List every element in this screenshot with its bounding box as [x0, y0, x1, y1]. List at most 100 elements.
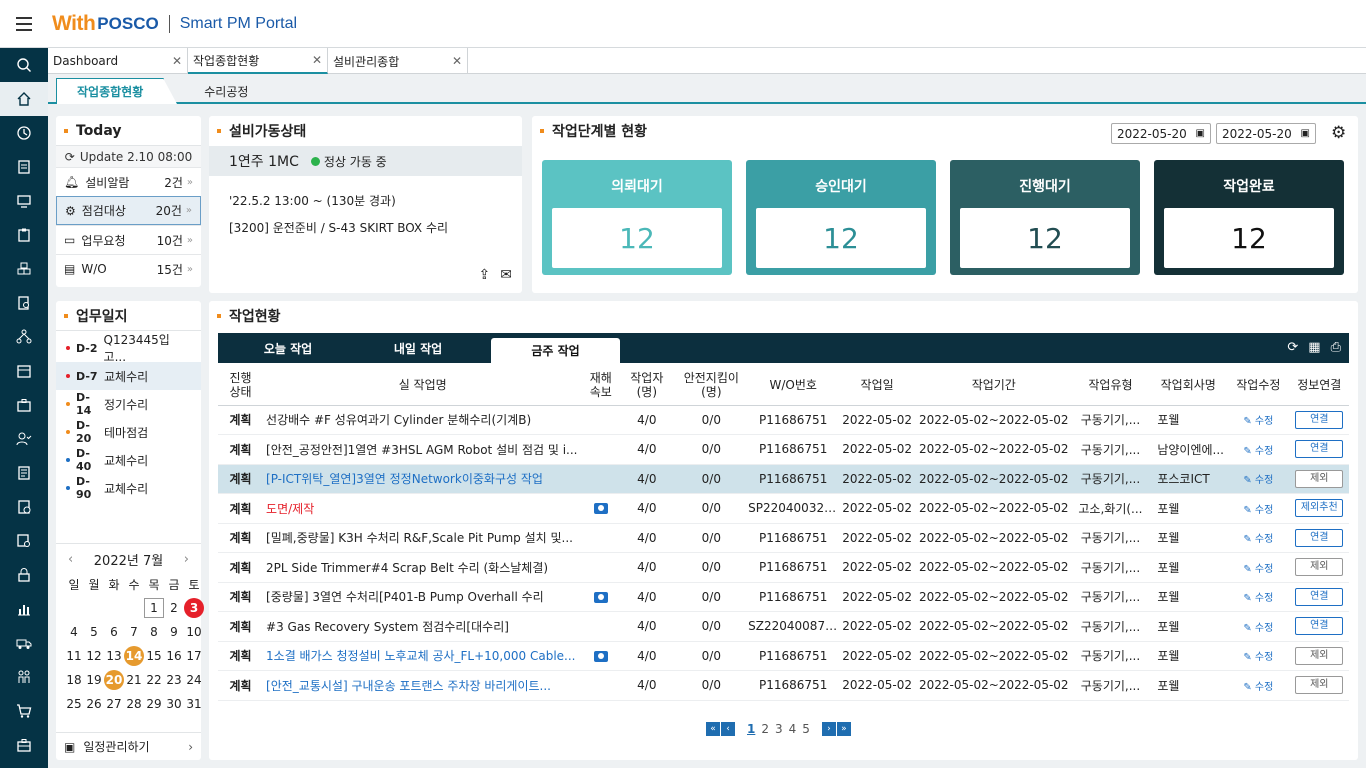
name-cell[interactable]: 선강배수 #F 성유여과기 Cylinder 분해수리(기계B) [263, 405, 583, 435]
calendar-day[interactable]: 15 [144, 646, 164, 666]
page-number[interactable]: 1 [747, 722, 755, 736]
calendar-day[interactable]: 4 [64, 622, 84, 642]
edit-button[interactable]: ✎ 수정 [1243, 534, 1273, 545]
camera-icon[interactable] [593, 591, 608, 603]
last-page-icon[interactable]: » [836, 722, 851, 736]
edit-button[interactable]: ✎ 수정 [1243, 505, 1273, 516]
diary-item[interactable]: D-7 교체수리 [56, 362, 201, 390]
name-cell[interactable]: [안전_공정안전]1열연 #3HSL AGM Robot 설비 점검 및 i..… [263, 434, 583, 465]
calendar-day[interactable]: 2 [164, 598, 184, 618]
menu-icon[interactable] [0, 0, 48, 48]
close-icon[interactable]: ✕ [452, 54, 462, 68]
table-row[interactable]: 계획 도면/제작 4/0 0/0 SP2204003223 2022-05-02 2022-… [218, 493, 1349, 524]
calendar-day[interactable]: 19 [84, 670, 104, 690]
calendar-day[interactable]: 27 [104, 694, 124, 714]
bar-chart-icon[interactable] [0, 592, 48, 626]
name-cell[interactable]: #3 Gas Recovery System 점검수리[대수리] [263, 611, 583, 642]
settings-gear-icon[interactable]: ⚙ [1331, 123, 1346, 143]
table-row[interactable]: 계획 [중량물] 3열연 수처리[P401-B Pump Overhall 수리 4… [218, 582, 1349, 612]
link-button[interactable]: 제외 [1295, 676, 1344, 695]
calendar-day[interactable]: 5 [84, 622, 104, 642]
date-from-input[interactable]: 2022-05-20 ▣ [1111, 123, 1211, 144]
stage-card-request[interactable]: 의뢰대기 12 [542, 160, 732, 275]
link-button[interactable]: 연결 [1295, 617, 1344, 636]
calendar-day[interactable]: 3 [184, 598, 204, 618]
edit-button[interactable]: ✎ 수정 [1243, 652, 1273, 663]
table-row[interactable]: 계획 [P-ICT위탁_열연]3열연 정정Network이중화구성 작업 4/0 0/… [218, 464, 1349, 494]
calendar-day[interactable]: 6 [104, 622, 124, 642]
next-page-icon[interactable]: › [821, 722, 836, 736]
diary-item[interactable]: D-40 교체수리 [56, 446, 201, 474]
link-button[interactable]: 연결 [1295, 528, 1344, 547]
tab-equipment-summary[interactable]: 설비관리종합 ✕ [328, 48, 468, 74]
name-cell[interactable]: [안전_교통시설] 구내운송 포트랜스 주차장 바리게이트... [263, 670, 583, 701]
page-number[interactable]: 2 [761, 722, 769, 736]
checklist-icon[interactable] [0, 490, 48, 524]
table-row[interactable]: 계획 2PL Side Trimmer#4 Scrap Belt 수리 (화스날체… [218, 552, 1349, 583]
calendar-day[interactable]: 18 [64, 670, 84, 690]
name-cell[interactable]: [P-ICT위탁_열연]3열연 정정Network이중화구성 작업 [263, 464, 583, 494]
calendar-day[interactable]: 21 [124, 670, 144, 690]
table-row[interactable]: 계획 1소결 배가스 청정설비 노후교체 공사_FL+10,000 Cable..… [218, 641, 1349, 671]
subtab-work-summary[interactable]: 작업종합현황 [56, 78, 178, 104]
calendar-day[interactable]: 9 [164, 622, 184, 642]
document-icon[interactable] [0, 150, 48, 184]
search-icon[interactable] [0, 48, 48, 82]
table-row[interactable]: 계획 [안전_공정안전]1열연 #3HSL AGM Robot 설비 점검 및 i… [218, 434, 1349, 465]
calendar-day[interactable]: 12 [84, 646, 104, 666]
calendar-day[interactable]: 13 [104, 646, 124, 666]
edit-button[interactable]: ✎ 수정 [1243, 446, 1273, 457]
calendar-day[interactable]: 14 [124, 646, 144, 666]
tab-work-summary[interactable]: 작업종합현황 ✕ [188, 48, 328, 74]
table-row[interactable]: 계획 [안전_교통시설] 구내운송 포트랜스 주차장 바리게이트... 4/0 0/0… [218, 670, 1349, 701]
tab-dashboard[interactable]: Dashboard ✕ [48, 48, 188, 74]
calendar-day[interactable]: 17 [184, 646, 204, 666]
calendar-day[interactable]: 20 [104, 670, 124, 690]
people-icon[interactable] [0, 660, 48, 694]
refresh-icon[interactable]: ⟳ [1287, 340, 1298, 355]
calendar-day[interactable]: 23 [164, 670, 184, 690]
first-page-icon[interactable]: « [706, 722, 720, 736]
link-button[interactable]: 제외 [1295, 469, 1344, 488]
calendar-day[interactable]: 31 [184, 694, 204, 714]
link-button[interactable]: 연결 [1295, 440, 1344, 459]
report-icon[interactable] [0, 456, 48, 490]
name-cell[interactable]: 2PL Side Trimmer#4 Scrap Belt 수리 (화스날체결) [263, 552, 583, 583]
link-button[interactable]: 제외추천 [1295, 499, 1344, 518]
edit-button[interactable]: ✎ 수정 [1243, 475, 1273, 486]
truck-icon[interactable] [0, 626, 48, 660]
chevron-right-icon[interactable]: › [184, 552, 189, 567]
cart-icon[interactable] [0, 694, 48, 728]
calendar-day[interactable]: 22 [144, 670, 164, 690]
stage-card-approval[interactable]: 승인대기 12 [746, 160, 936, 275]
calendar-day[interactable]: 29 [144, 694, 164, 714]
prev-page-icon[interactable]: ‹ [721, 722, 735, 736]
edit-button[interactable]: ✎ 수정 [1243, 623, 1273, 634]
diary-item[interactable]: D-90 교체수리 [56, 474, 201, 502]
table-row[interactable]: 계획 [밀폐,중량물] K3H 수처리 R&F,Scale Pit Pump 설치… [218, 523, 1349, 553]
calendar-day[interactable]: 10 [184, 622, 204, 642]
calendar-icon[interactable] [0, 354, 48, 388]
chevron-left-icon[interactable]: ‹ [68, 552, 73, 567]
today-item-inspection[interactable]: ⚙ 점검대상 20건» [56, 196, 201, 225]
page-number[interactable]: 3 [775, 722, 783, 736]
today-item-request[interactable]: ▭ 업무요청 10건» [56, 225, 201, 254]
tab-week-work[interactable]: 금주 작업 [491, 338, 620, 363]
name-cell[interactable]: 1소결 배가스 청정설비 노후교체 공사_FL+10,000 Cable... [263, 641, 583, 671]
calendar-day[interactable]: 1 [144, 598, 164, 618]
today-item-wo[interactable]: ▤ W/O 15건» [56, 254, 201, 283]
briefcase-icon[interactable] [0, 388, 48, 422]
name-cell[interactable]: [중량물] 3열연 수처리[P401-B Pump Overhall 수리 [263, 582, 583, 612]
user-check-icon[interactable] [0, 422, 48, 456]
calendar-day[interactable]: 16 [164, 646, 184, 666]
network-icon[interactable] [0, 320, 48, 354]
calendar-day[interactable]: 30 [164, 694, 184, 714]
close-icon[interactable]: ✕ [312, 53, 322, 67]
excel-icon[interactable]: ▦ [1308, 340, 1320, 355]
edit-button[interactable]: ✎ 수정 [1243, 564, 1273, 575]
clipboard-icon[interactable] [0, 218, 48, 252]
subtab-repair[interactable]: 수리공정 [184, 78, 268, 104]
link-button[interactable]: 연결 [1295, 410, 1344, 429]
print-icon[interactable]: ⎙ [1331, 340, 1341, 355]
home-icon[interactable] [0, 82, 48, 116]
